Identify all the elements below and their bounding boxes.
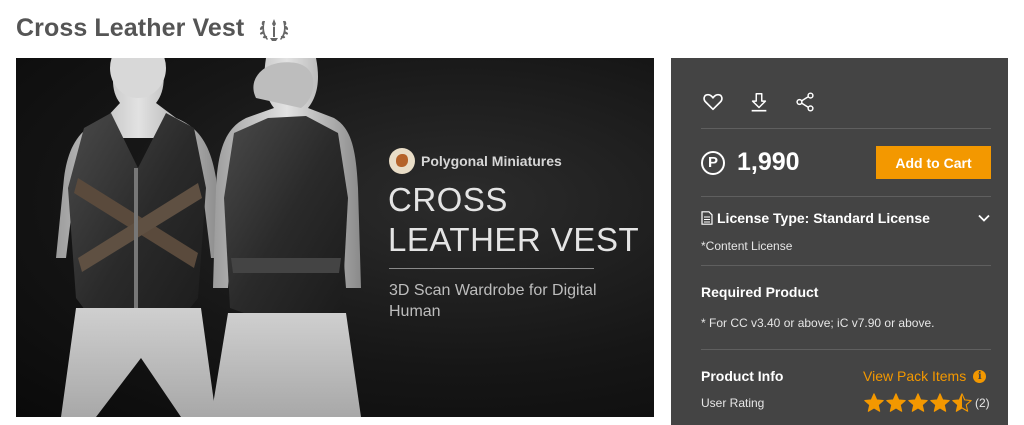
brand-badge: Polygonal Miniatures — [389, 148, 562, 174]
rating-count: (2) — [975, 396, 990, 410]
title-row: Cross Leather Vest — [16, 10, 290, 46]
divider — [701, 128, 991, 129]
brand-name: Polygonal Miniatures — [421, 153, 562, 169]
required-product-title: Required Product — [701, 284, 819, 300]
share-icon[interactable] — [793, 90, 817, 114]
brand-logo — [389, 148, 415, 174]
info-icon: i — [973, 369, 987, 383]
action-icons — [701, 90, 817, 114]
view-pack-items-link[interactable]: View Pack Items i — [863, 368, 987, 384]
license-type-label: License Type: Standard License — [717, 210, 930, 226]
required-product-text: * For CC v3.40 or above; iC v7.90 or abo… — [701, 316, 935, 330]
product-banner-image: Polygonal Miniatures CROSS LEATHER VEST … — [16, 58, 654, 417]
user-rating-label: User Rating — [701, 396, 765, 410]
banner-divider — [389, 268, 594, 269]
page-title: Cross Leather Vest — [16, 13, 245, 42]
document-icon — [701, 211, 713, 225]
banner-title: CROSS LEATHER VEST — [388, 181, 640, 258]
purchase-panel: P 1,990 Add to Cart License Type: Standa… — [671, 58, 1008, 425]
point-currency-icon: P — [701, 150, 725, 175]
banner-subtitle: 3D Scan Wardrobe for Digital Human — [389, 282, 597, 320]
product-info-title: Product Info — [701, 368, 784, 384]
star-full-icon — [930, 393, 950, 412]
star-full-icon — [908, 393, 928, 412]
divider — [701, 349, 991, 350]
download-icon[interactable] — [747, 90, 771, 114]
star-full-icon — [886, 393, 906, 412]
heart-icon[interactable] — [701, 90, 725, 114]
add-to-cart-button[interactable]: Add to Cart — [876, 146, 991, 179]
view-pack-items-label: View Pack Items — [863, 368, 967, 384]
divider — [701, 196, 991, 197]
laurel-icon — [258, 13, 290, 43]
license-selector[interactable]: License Type: Standard License — [701, 210, 991, 226]
star-full-icon — [864, 393, 884, 412]
star-rating[interactable]: (2) — [863, 392, 990, 414]
license-note: *Content License — [701, 239, 793, 253]
price-row: P 1,990 — [701, 148, 800, 177]
chevron-down-icon[interactable] — [977, 211, 991, 225]
divider — [701, 265, 991, 266]
star-half-icon — [952, 393, 972, 412]
price: 1,990 — [737, 148, 800, 176]
